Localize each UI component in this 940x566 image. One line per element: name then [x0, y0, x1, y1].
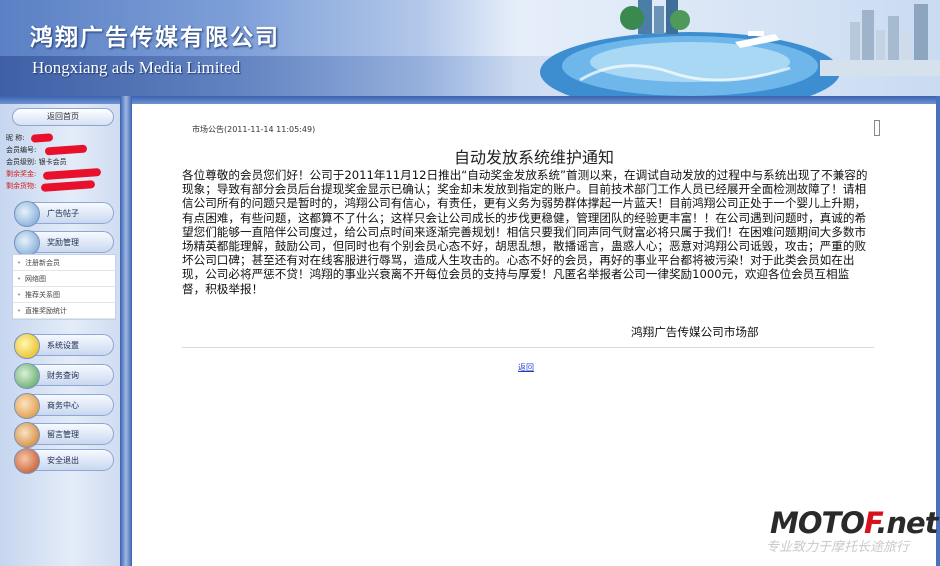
frame-right-border [936, 96, 940, 566]
menu-label: 财务查询 [47, 371, 79, 380]
submenu-network-map[interactable]: 网络图 [13, 271, 115, 287]
menu-label: 广告帖子 [47, 209, 79, 218]
submenu-register-member[interactable]: 注册新会员 [13, 255, 115, 271]
company-name-en: Hongxiang ads Media Limited [32, 58, 241, 77]
header-banner: 鸿翔广告传媒有限公司 Hongxiang ads Media Limited [0, 0, 940, 96]
settings-icon [14, 333, 40, 359]
notice-signature: 鸿翔广告传媒公司市场部 [631, 325, 759, 339]
reward-submenu: 注册新会员 网络图 推荐关系图 直推奖励统计 [12, 254, 116, 320]
home-button[interactable]: 返回首页 [12, 108, 114, 126]
watermark-logo-part: F [863, 506, 877, 540]
news-icon [14, 201, 40, 227]
redaction-mark [42, 167, 101, 181]
users-icon [14, 393, 40, 419]
user-info-panel: 昵 称: 会员编号: 会员级别: 银卡会员 剩余奖金: 剩余货物: [6, 132, 116, 192]
menu-label: 留言管理 [47, 430, 79, 439]
redaction-mark [40, 180, 95, 192]
back-link[interactable]: 返回 [518, 362, 534, 373]
watermark-tagline: 专业致力于摩托长途旅行 [766, 540, 910, 555]
award-icon [14, 230, 40, 256]
watermark-logo-part: .net [876, 506, 938, 540]
member-level-value: 银卡会员 [38, 158, 67, 166]
sidebar: 返回首页 昵 称: 会员编号: 会员级别: 银卡会员 剩余奖金: 剩余货物: 广… [0, 104, 120, 566]
menu-label: 奖励管理 [47, 238, 79, 247]
member-level-label: 会员级别: [6, 158, 39, 166]
finance-icon [14, 363, 40, 389]
menu-ad-posts[interactable]: 广告帖子 [14, 201, 114, 227]
notice-title: 自动发放系统维护通知 [453, 148, 614, 167]
watermark-logo: MOTOF.net [770, 506, 939, 540]
info-row-goods: 剩余货物: [6, 180, 116, 192]
message-icon [14, 422, 40, 448]
info-row-member-id: 会员编号: [6, 144, 116, 156]
globe-city-illustration [540, 0, 940, 96]
divider-line [182, 347, 874, 348]
notice-body: 各位尊敬的会员您们好！公司于2011年11月12日推出“自动奖金发放系统”首测以… [182, 168, 868, 296]
menu-message-management[interactable]: 留言管理 [14, 422, 114, 448]
redaction-mark [30, 133, 54, 143]
menu-label: 系统设置 [47, 341, 79, 350]
nickname-label: 昵 称: [6, 134, 25, 142]
submenu-direct-reward-stats[interactable]: 直推奖励统计 [13, 303, 115, 319]
menu-label: 安全退出 [47, 456, 79, 465]
frame-top-border [0, 96, 940, 104]
main-content: 市场公告(2011-11-14 11:05:49) 自动发放系统维护通知 各位尊… [132, 104, 936, 566]
info-row-level: 会员级别: 银卡会员 [6, 156, 116, 168]
frame-divider [120, 96, 132, 566]
company-name-cn: 鸿翔广告传媒有限公司 [30, 24, 280, 51]
logout-icon [14, 448, 40, 474]
bonus-label: 剩余奖金: [6, 170, 37, 178]
notice-meta: 市场公告(2011-11-14 11:05:49) [192, 125, 316, 134]
watermark-logo-part: MOTO [770, 506, 865, 540]
menu-safe-logout[interactable]: 安全退出 [14, 448, 114, 474]
menu-label: 商务中心 [47, 401, 79, 410]
info-row-nickname: 昵 称: [6, 132, 116, 144]
scroll-indicator[interactable] [874, 120, 880, 136]
menu-reward-management[interactable]: 奖励管理 [14, 230, 114, 256]
menu-business-center[interactable]: 商务中心 [14, 393, 114, 419]
redaction-mark [44, 144, 87, 156]
goods-label: 剩余货物: [6, 182, 37, 190]
submenu-referral-map[interactable]: 推荐关系图 [13, 287, 115, 303]
member-id-label: 会员编号: [6, 146, 37, 154]
info-row-bonus: 剩余奖金: [6, 167, 116, 181]
menu-finance-query[interactable]: 财务查询 [14, 363, 114, 389]
menu-system-settings[interactable]: 系统设置 [14, 333, 114, 359]
